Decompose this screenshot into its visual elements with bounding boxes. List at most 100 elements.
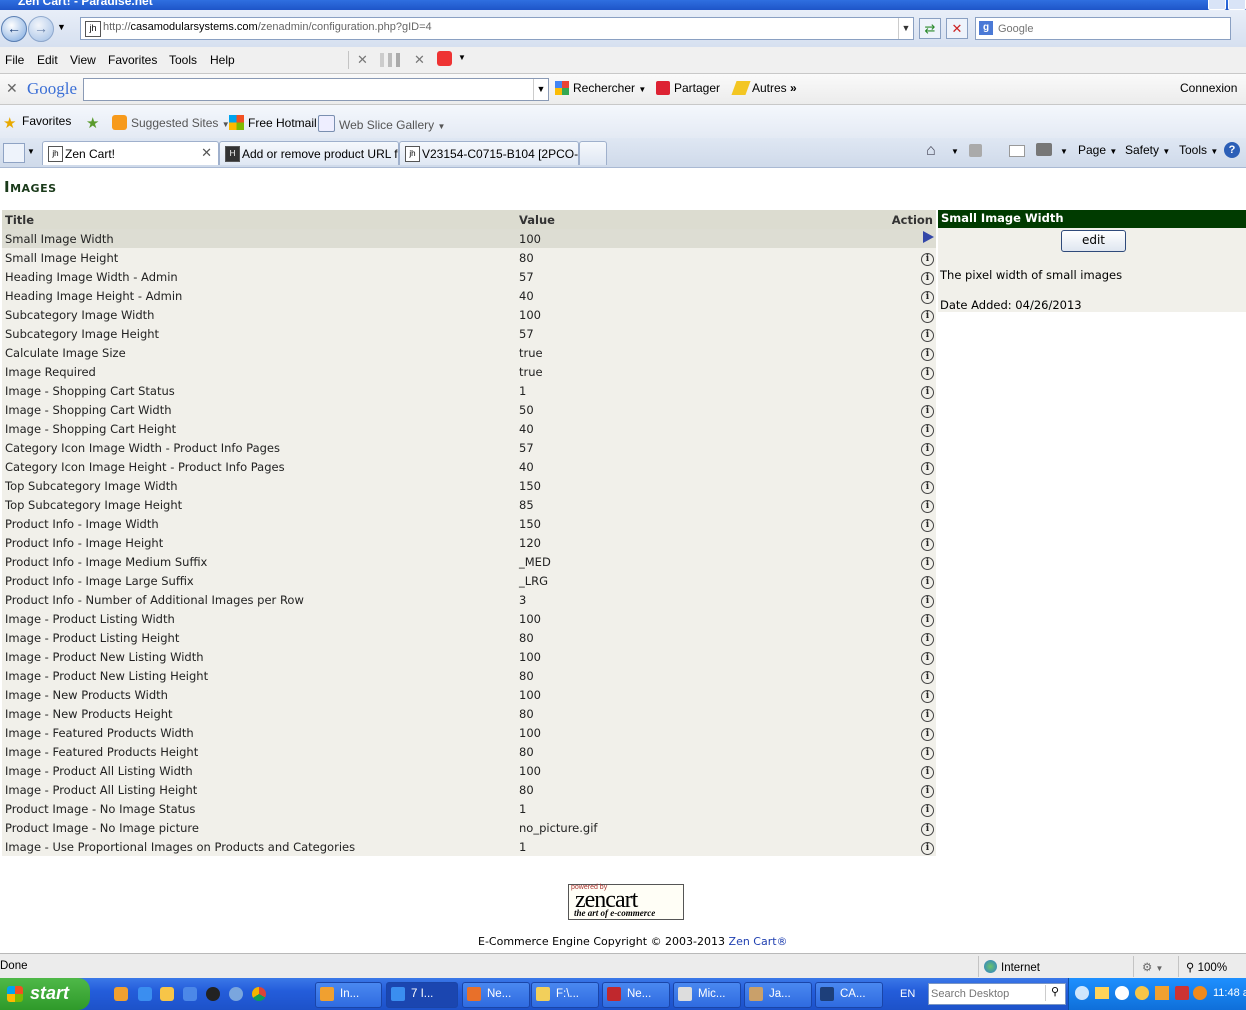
row-action[interactable]: i — [870, 267, 936, 286]
info-icon[interactable]: i — [921, 347, 934, 361]
chevron-down-icon[interactable]: ▼ — [951, 147, 959, 156]
address-url[interactable]: http://casamodularsystems.com/zenadmin/c… — [103, 21, 432, 33]
info-icon[interactable]: i — [921, 499, 934, 513]
quicklaunch-app-icon[interactable] — [114, 987, 128, 1001]
row-action[interactable]: i — [870, 609, 936, 628]
chrome-icon[interactable] — [252, 987, 266, 1001]
info-icon[interactable]: i — [921, 632, 934, 646]
info-icon[interactable]: i — [921, 651, 934, 665]
close-toolbar-icon[interactable]: ✕ — [6, 80, 18, 97]
desktop-search-input[interactable] — [929, 984, 1043, 1004]
info-icon[interactable]: i — [921, 480, 934, 494]
taskbar-item[interactable]: Ja... — [744, 982, 812, 1008]
row-action[interactable]: i — [870, 571, 936, 590]
tray-app-icon[interactable] — [1155, 986, 1169, 1000]
desktop-search-box[interactable]: ⚲ — [928, 983, 1066, 1005]
protected-mode-icon[interactable]: ⚙ ▼ — [1142, 960, 1163, 974]
tools-menu[interactable]: Tools ▼ — [1179, 143, 1218, 157]
help-icon[interactable]: ? — [1224, 142, 1240, 158]
row-action[interactable]: i — [870, 723, 936, 742]
table-row[interactable]: Small Image Width 100 — [2, 229, 936, 248]
info-icon[interactable]: i — [921, 290, 934, 304]
tab-product-page[interactable]: jh V23154-C0715-B104 [2PCO-... — [399, 141, 579, 165]
maximize-button[interactable] — [1228, 0, 1246, 10]
row-action[interactable]: i — [870, 533, 936, 552]
row-action[interactable]: i — [870, 761, 936, 780]
google-search-input[interactable] — [84, 79, 528, 100]
close-icon[interactable]: ✕ — [414, 52, 425, 68]
info-icon[interactable]: i — [921, 594, 934, 608]
table-row[interactable]: Product Info - Image Height 120 i — [2, 533, 936, 552]
zen-cart-link[interactable]: Zen Cart® — [729, 935, 788, 948]
tab-zen-cart[interactable]: jh Zen Cart! ✕ — [42, 141, 219, 165]
info-icon[interactable]: i — [921, 442, 934, 456]
taskbar-item[interactable]: F:\... — [531, 982, 599, 1008]
row-action[interactable]: i — [870, 381, 936, 400]
more-button[interactable]: Autres » — [731, 81, 797, 95]
tab-add-remove-url[interactable]: H Add or remove product URL f... — [219, 141, 399, 165]
row-action[interactable]: i — [870, 286, 936, 305]
info-icon[interactable]: i — [921, 537, 934, 551]
table-row[interactable]: Subcategory Image Height 57 i — [2, 324, 936, 343]
chevron-down-icon[interactable]: ▼ — [458, 53, 466, 62]
taskbar-item[interactable]: Ne... — [602, 982, 670, 1008]
row-action[interactable]: i — [870, 685, 936, 704]
row-action[interactable]: i — [870, 248, 936, 267]
free-hotmail-link[interactable]: Free Hotmail — [229, 115, 317, 130]
row-action[interactable]: i — [870, 476, 936, 495]
tray-mail-icon[interactable] — [1095, 987, 1109, 999]
home-icon[interactable]: ⌂ — [926, 142, 936, 160]
row-action[interactable]: i — [870, 400, 936, 419]
refresh-button[interactable]: ⇄ — [919, 18, 941, 39]
row-action[interactable]: i — [870, 362, 936, 381]
chevron-down-icon[interactable]: ▼ — [533, 79, 548, 100]
search-input[interactable] — [996, 19, 1220, 38]
table-row[interactable]: Small Image Height 80 i — [2, 248, 936, 267]
pdf-icon[interactable] — [437, 51, 452, 66]
table-row[interactable]: Image - Use Proportional Images on Produ… — [2, 837, 936, 856]
info-icon[interactable]: i — [921, 518, 934, 532]
table-row[interactable]: Product Info - Image Large Suffix _LRG i — [2, 571, 936, 590]
close-tab-icon[interactable]: ✕ — [201, 145, 212, 161]
row-action[interactable]: i — [870, 495, 936, 514]
table-row[interactable]: Image - Shopping Cart Width 50 i — [2, 400, 936, 419]
row-action[interactable]: i — [870, 324, 936, 343]
table-row[interactable]: Product Image - No Image Status 1 i — [2, 799, 936, 818]
add-favorite-icon[interactable]: ★ — [86, 114, 99, 132]
row-action[interactable]: i — [870, 647, 936, 666]
table-row[interactable]: Image Required true i — [2, 362, 936, 381]
table-row[interactable]: Image - Featured Products Width 100 i — [2, 723, 936, 742]
web-slice-gallery-link[interactable]: Web Slice Gallery ▼ — [318, 115, 445, 132]
edit-button[interactable]: edit — [1061, 230, 1126, 252]
info-icon[interactable]: i — [921, 423, 934, 437]
info-icon[interactable]: i — [921, 252, 934, 266]
table-row[interactable]: Heading Image Height - Admin 40 i — [2, 286, 936, 305]
info-icon[interactable]: i — [921, 765, 934, 779]
chevron-down-icon[interactable]: ▼ — [1060, 147, 1068, 156]
mail-icon[interactable] — [1009, 145, 1025, 157]
signin-button[interactable]: Connexion — [1180, 81, 1237, 95]
row-action[interactable]: i — [870, 514, 936, 533]
search-icon[interactable]: ⚲ — [1045, 985, 1064, 1001]
print-icon[interactable] — [1036, 143, 1052, 156]
row-action[interactable]: i — [870, 837, 936, 856]
info-icon[interactable]: i — [921, 803, 934, 817]
info-icon[interactable]: i — [921, 328, 934, 342]
menu-tools[interactable]: Tools — [169, 53, 197, 67]
security-zone[interactable]: Internet — [984, 960, 1040, 974]
info-icon[interactable]: i — [921, 708, 934, 722]
selected-arrow-icon[interactable] — [923, 231, 934, 243]
stop-button[interactable]: ✕ — [946, 18, 968, 39]
info-icon[interactable]: i — [921, 271, 934, 285]
share-button[interactable]: Partager — [656, 81, 720, 95]
history-dropdown-icon[interactable]: ▼ — [57, 22, 66, 32]
address-dropdown-icon[interactable]: ▼ — [898, 18, 913, 39]
quicklaunch-app-icon[interactable] — [160, 987, 174, 1001]
language-indicator[interactable]: EN — [900, 988, 915, 1000]
info-icon[interactable]: i — [921, 822, 934, 836]
table-row[interactable]: Top Subcategory Image Height 85 i — [2, 495, 936, 514]
row-action[interactable]: i — [870, 419, 936, 438]
menu-edit[interactable]: Edit — [37, 53, 58, 67]
row-action[interactable]: i — [870, 343, 936, 362]
address-bar[interactable]: jh http://casamodularsystems.com/zenadmi… — [80, 17, 914, 40]
